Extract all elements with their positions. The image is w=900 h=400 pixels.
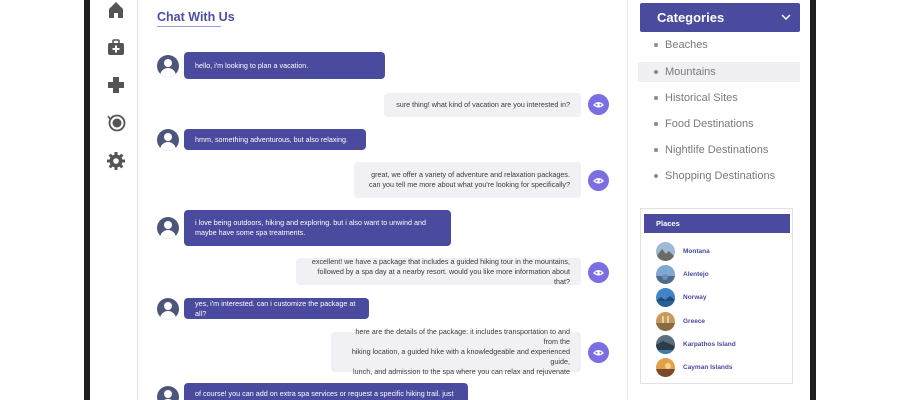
place-label: Cayman Islands [683, 363, 733, 371]
category-label: Beaches [665, 39, 708, 51]
user-message: hmm, something adventurous, but also rel… [184, 129, 366, 150]
category-label: Mountains [665, 66, 716, 78]
bot-avatar-icon [588, 94, 609, 115]
user-message: i love being outdoors, hiking and explor… [184, 210, 451, 246]
side-nav [90, 0, 138, 400]
user-avatar [157, 217, 179, 239]
category-item-historical-sites[interactable]: Historical Sites [638, 88, 800, 108]
place-item-montana[interactable]: Montana [656, 241, 710, 261]
karpathos-thumbnail-icon [656, 334, 675, 354]
chat-panel: Chat With Us hello, i'm looking to plan … [138, 0, 628, 400]
category-item-mountains[interactable]: Mountains [638, 62, 800, 82]
norway-thumbnail-icon [656, 287, 675, 307]
user-message: hello, i'm looking to plan a vacation. [184, 52, 385, 79]
home-icon[interactable] [106, 0, 126, 20]
bot-message: great, we offer a variety of adventure a… [354, 162, 581, 198]
categories-dropdown[interactable]: Categories [640, 3, 800, 32]
medical-bag-icon[interactable] [106, 37, 126, 57]
cayman-thumbnail-icon [656, 357, 675, 377]
user-avatar [157, 55, 179, 77]
category-item-nightlife-destinations[interactable]: Nightlife Destinations [638, 140, 800, 160]
category-label: Historical Sites [665, 92, 738, 104]
place-label: Norway [683, 293, 707, 301]
bullet-icon [654, 70, 658, 74]
bot-avatar-icon [588, 170, 609, 191]
bullet-icon [654, 122, 658, 126]
places-card: Places Montana Alentejo Norway Greece Ka… [640, 208, 793, 384]
place-label: Karpathos Island [683, 340, 736, 348]
bullet-icon [654, 174, 658, 178]
category-item-food-destinations[interactable]: Food Destinations [638, 114, 800, 134]
bot-message: sure thing! what kind of vacation are yo… [384, 93, 581, 117]
place-label: Greece [683, 317, 706, 325]
category-label: Nightlife Destinations [665, 144, 769, 156]
user-message: yes, i'm interested. can i customize the… [184, 298, 369, 319]
category-item-shopping-destinations[interactable]: Shopping Destinations [638, 166, 800, 186]
panel-divider [627, 0, 628, 400]
bot-avatar-icon [588, 342, 609, 363]
place-label: Alentejo [683, 270, 709, 278]
place-item-cayman-islands[interactable]: Cayman Islands [656, 357, 733, 377]
settings-gear-icon[interactable] [106, 151, 126, 171]
category-label: Shopping Destinations [665, 170, 776, 182]
alentejo-thumbnail-icon [656, 264, 675, 284]
user-avatar [157, 386, 179, 400]
place-item-greece[interactable]: Greece [656, 311, 705, 331]
category-item-beaches[interactable]: Beaches [638, 35, 800, 55]
place-item-alentejo[interactable]: Alentejo [656, 264, 709, 284]
place-item-karpathos-island[interactable]: Karpathos Island [656, 334, 736, 354]
category-label: Food Destinations [665, 118, 754, 130]
bullet-icon [654, 148, 658, 152]
plus-icon[interactable] [106, 75, 126, 95]
bot-message: excellent! we have a package that includ… [296, 257, 581, 286]
device-frame-right [810, 0, 816, 400]
categories-title: Categories [657, 10, 725, 25]
chat-title-underline [157, 26, 221, 27]
user-avatar [157, 129, 179, 151]
chat-title: Chat With Us [157, 10, 235, 24]
montana-thumbnail-icon [656, 241, 675, 261]
places-header: Places [644, 214, 790, 233]
bot-message: here are the details of the package: it … [331, 327, 581, 376]
greece-thumbnail-icon [656, 311, 675, 331]
bullet-icon [654, 96, 658, 100]
bot-avatar-icon [588, 262, 609, 283]
place-label: Montana [683, 247, 710, 255]
place-item-norway[interactable]: Norway [656, 287, 706, 307]
history-icon[interactable] [106, 112, 126, 132]
bullet-icon [654, 43, 658, 47]
user-message: of course! you can add on extra spa serv… [184, 383, 468, 400]
chevron-down-icon [781, 14, 791, 21]
user-avatar [157, 298, 179, 320]
